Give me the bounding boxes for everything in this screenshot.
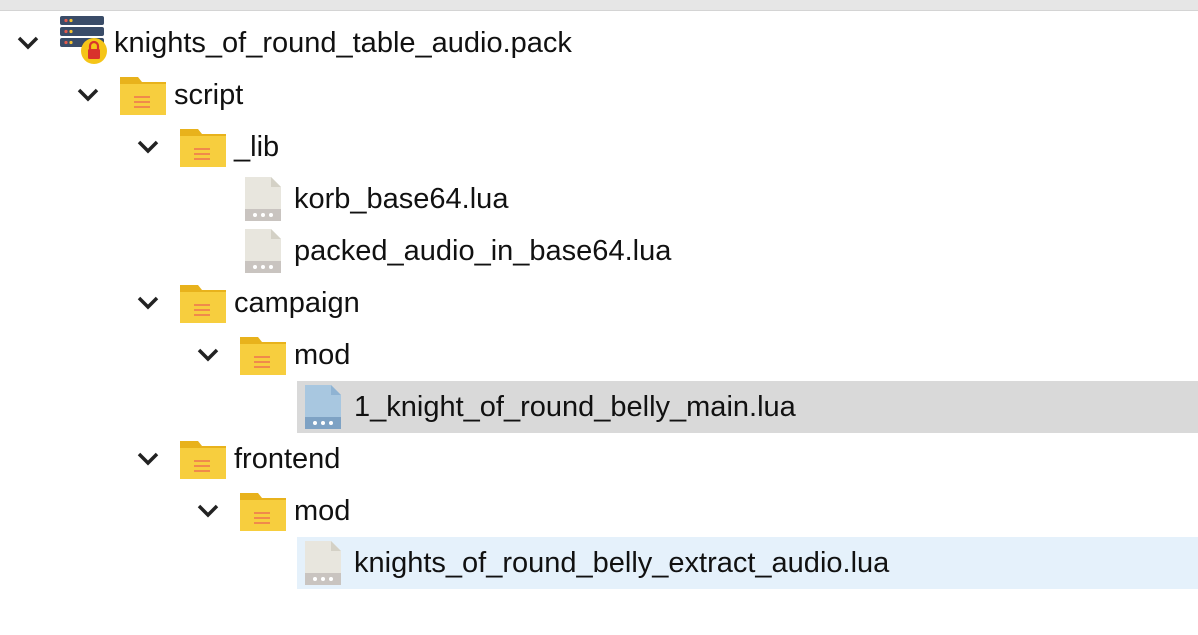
chevron-down-icon[interactable] — [193, 329, 223, 381]
tree-node-label: campaign — [234, 287, 360, 319]
tree-node-label: knights_of_round_table_audio.pack — [114, 27, 572, 59]
chevron-down-icon[interactable] — [73, 69, 103, 121]
tree-node-label: knights_of_round_belly_extract_audio.lua — [354, 547, 890, 579]
tree-node-label: mod — [294, 339, 351, 371]
tree-node-label: frontend — [234, 443, 341, 475]
folder-icon — [239, 331, 287, 379]
chevron-down-icon[interactable] — [133, 121, 163, 173]
tree-node-script[interactable]: script — [0, 69, 1198, 121]
folder-icon — [239, 487, 287, 535]
tree-node-lib[interactable]: _lib — [0, 121, 1198, 173]
locked-pack-icon — [58, 15, 107, 64]
folder-icon — [119, 71, 167, 119]
tree-node-frontend[interactable]: frontend — [0, 433, 1198, 485]
tree-node-label: mod — [294, 495, 351, 527]
top-strip — [0, 0, 1198, 11]
folder-icon — [179, 123, 227, 171]
tree-node-korb-base64[interactable]: korb_base64.lua — [0, 173, 1198, 225]
tree-node-label: korb_base64.lua — [294, 183, 509, 215]
tree-node-campaign[interactable]: campaign — [0, 277, 1198, 329]
tree-node-frontend-mod[interactable]: mod — [0, 485, 1198, 537]
tree-node-label: 1_knight_of_round_belly_main.lua — [354, 391, 796, 423]
file-icon — [243, 175, 291, 223]
folder-icon — [179, 279, 227, 327]
tree-node-label: packed_audio_in_base64.lua — [294, 235, 672, 267]
pack-file-tree: knights_of_round_table_audio.pack script — [0, 15, 1198, 589]
file-icon — [303, 539, 351, 587]
tree-node-extract-audio[interactable]: knights_of_round_belly_extract_audio.lua — [0, 537, 1198, 589]
file-icon-blue — [303, 383, 351, 431]
tree-node-label: _lib — [234, 131, 280, 163]
chevron-down-icon[interactable] — [193, 485, 223, 537]
chevron-down-icon[interactable] — [13, 17, 43, 69]
chevron-down-icon[interactable] — [133, 433, 163, 485]
tree-node-campaign-mod[interactable]: mod — [0, 329, 1198, 381]
tree-node-belly-main[interactable]: 1_knight_of_round_belly_main.lua — [0, 381, 1198, 433]
folder-icon — [179, 435, 227, 483]
tree-node-label: script — [174, 79, 244, 111]
file-icon — [243, 227, 291, 275]
tree-node-root[interactable]: knights_of_round_table_audio.pack — [0, 15, 1198, 69]
tree-node-packed-audio[interactable]: packed_audio_in_base64.lua — [0, 225, 1198, 277]
chevron-down-icon[interactable] — [133, 277, 163, 329]
